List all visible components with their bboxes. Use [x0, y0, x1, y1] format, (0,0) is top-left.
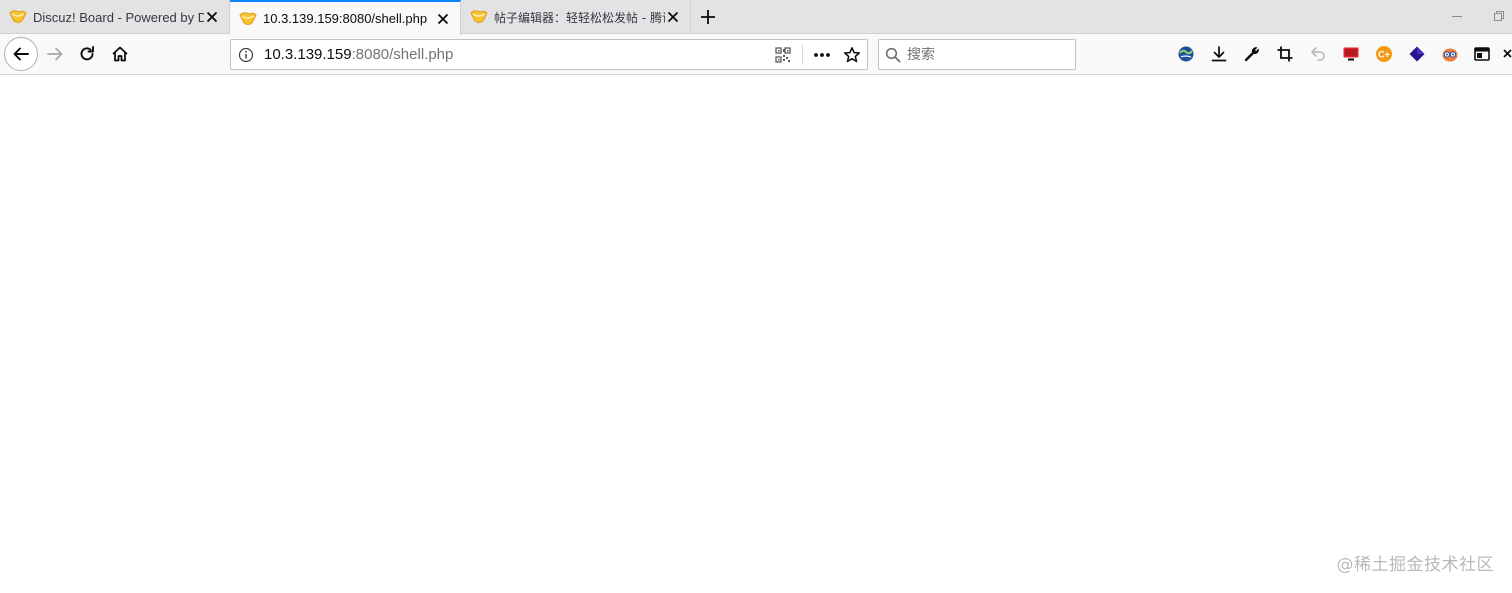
more-dots-icon [814, 52, 830, 57]
discuz-favicon-icon [239, 11, 257, 25]
developer-tools-button[interactable] [1240, 42, 1264, 66]
url-divider [802, 44, 803, 65]
undo-close-tab-button[interactable] [1306, 42, 1330, 66]
search-icon [885, 47, 901, 62]
page-content: @稀土掘金技术社区 [0, 76, 1512, 593]
url-bar[interactable]: 10.3.139.159:8080/shell.php [230, 39, 868, 70]
download-icon [1211, 46, 1227, 62]
wrench-icon [1244, 47, 1259, 62]
tab-close-icon[interactable] [665, 9, 681, 25]
coin-addon-icon: C+ [1376, 46, 1392, 62]
new-tab-button[interactable] [694, 4, 722, 30]
qr-code-icon [775, 46, 791, 63]
owl-addon-button[interactable] [1438, 42, 1462, 66]
search-input[interactable] [907, 46, 1067, 63]
diamond-addon-icon [1409, 46, 1425, 62]
tab-title: Discuz! Board - Powered by Discuz! [33, 9, 204, 25]
sidebar-button[interactable] [1470, 42, 1494, 66]
reload-icon [80, 46, 94, 61]
minimize-button[interactable] [1442, 6, 1472, 26]
reload-button[interactable] [72, 39, 102, 69]
url-port-path: :8080/shell.php [351, 46, 454, 63]
overflow-menu-button[interactable] [1500, 42, 1512, 66]
screenshot-button[interactable] [1273, 42, 1297, 66]
home-icon [112, 46, 128, 62]
tab-title: 10.3.139.159:8080/shell.php [263, 11, 428, 26]
search-engine-button[interactable] [879, 40, 907, 69]
page-actions-button[interactable] [807, 40, 837, 69]
owl-addon-icon [1442, 48, 1458, 62]
globe-addon-button[interactable] [1174, 42, 1198, 66]
tab-close-icon[interactable] [435, 11, 451, 27]
monitor-addon-icon [1343, 47, 1359, 61]
url-actions [768, 40, 867, 69]
home-button[interactable] [105, 39, 135, 69]
tab-strip: Discuz! Board - Powered by Discuz! 10.3.… [0, 0, 1512, 35]
url-host: 10.3.139.159 [264, 46, 352, 63]
restore-button[interactable] [1486, 6, 1512, 26]
discuz-favicon-icon [9, 10, 27, 23]
undo-icon [1311, 47, 1325, 61]
tab-post-editor[interactable]: 帖子编辑器：轻轻松松发帖 - 腾讯 [461, 0, 691, 34]
watermark-text: @稀土掘金技术社区 [1336, 555, 1494, 575]
minimize-icon [1452, 16, 1462, 17]
site-info-button[interactable] [231, 40, 261, 69]
arrow-left-icon [13, 47, 29, 61]
globe-addon-icon [1178, 46, 1194, 62]
downloads-button[interactable] [1207, 42, 1231, 66]
info-icon [238, 47, 254, 62]
tab-discuz-board[interactable]: Discuz! Board - Powered by Discuz! [0, 0, 230, 34]
overflow-icon [1503, 49, 1512, 58]
diamond-addon-button[interactable] [1405, 42, 1429, 66]
url-text[interactable]: 10.3.139.159:8080/shell.php [264, 46, 453, 63]
restore-icon [1494, 11, 1504, 21]
tab-close-icon[interactable] [204, 9, 220, 25]
crop-icon [1277, 46, 1293, 62]
bookmark-star-button[interactable] [837, 40, 867, 69]
monitor-addon-button[interactable] [1339, 42, 1363, 66]
tab-title: 帖子编辑器：轻轻松松发帖 - 腾讯 [494, 10, 665, 25]
plus-icon [701, 10, 715, 24]
arrow-right-icon [47, 47, 63, 61]
navigation-toolbar: 10.3.139.159:8080/shell.php 搜索 C+ [0, 34, 1512, 75]
coin-addon-button[interactable]: C+ [1372, 42, 1396, 66]
discuz-favicon-icon [470, 10, 488, 23]
svg-text:C+: C+ [1378, 50, 1390, 60]
star-icon [843, 46, 861, 62]
sidebar-icon [1474, 47, 1490, 61]
back-button[interactable] [4, 37, 38, 71]
forward-button[interactable] [40, 39, 70, 69]
search-bar[interactable] [878, 39, 1076, 70]
tab-shell-php[interactable]: 10.3.139.159:8080/shell.php [230, 0, 461, 35]
qr-code-button[interactable] [768, 40, 798, 69]
